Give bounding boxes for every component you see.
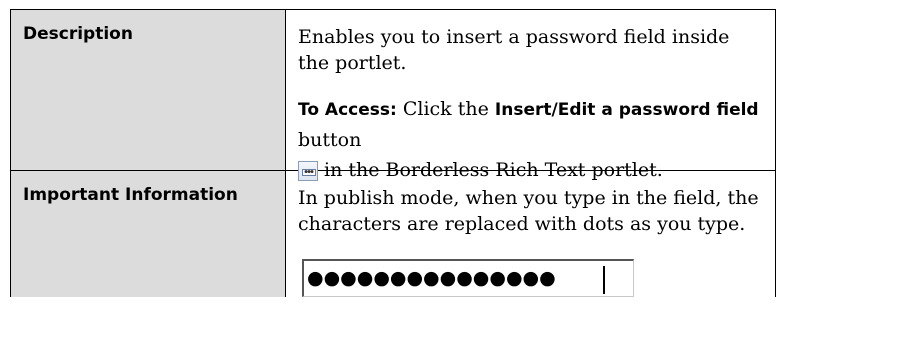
description-content: Enables you to insert a password field i… bbox=[285, 9, 776, 181]
password-field-icon: ●●● bbox=[298, 161, 318, 181]
to-access-label: To Access: bbox=[298, 100, 397, 120]
info-table: Description Enables you to insert a pass… bbox=[10, 9, 776, 297]
access-text-after: button bbox=[298, 129, 362, 151]
important-label: Important Information bbox=[10, 170, 286, 297]
access-location-text: in the Borderless Rich Text portlet. bbox=[324, 159, 663, 181]
important-text: In publish mode, when you type in the fi… bbox=[298, 187, 759, 235]
button-name: Insert/Edit a password field bbox=[494, 100, 759, 120]
table-row-description: Description Enables you to insert a pass… bbox=[10, 9, 776, 181]
description-label: Description bbox=[10, 9, 286, 171]
password-field-example: ●●●●●●●●●●●●●●● bbox=[302, 259, 634, 297]
text-caret bbox=[603, 266, 605, 294]
description-text: Enables you to insert a password field i… bbox=[298, 26, 730, 74]
password-dots: ●●●●●●●●●●●●●●● bbox=[307, 267, 556, 289]
access-paragraph: To Access: Click the Insert/Edit a passw… bbox=[298, 94, 763, 181]
access-text-before: Click the bbox=[396, 98, 495, 120]
table-row-important: Important Information In publish mode, w… bbox=[10, 170, 776, 297]
important-content: In publish mode, when you type in the fi… bbox=[285, 170, 776, 297]
